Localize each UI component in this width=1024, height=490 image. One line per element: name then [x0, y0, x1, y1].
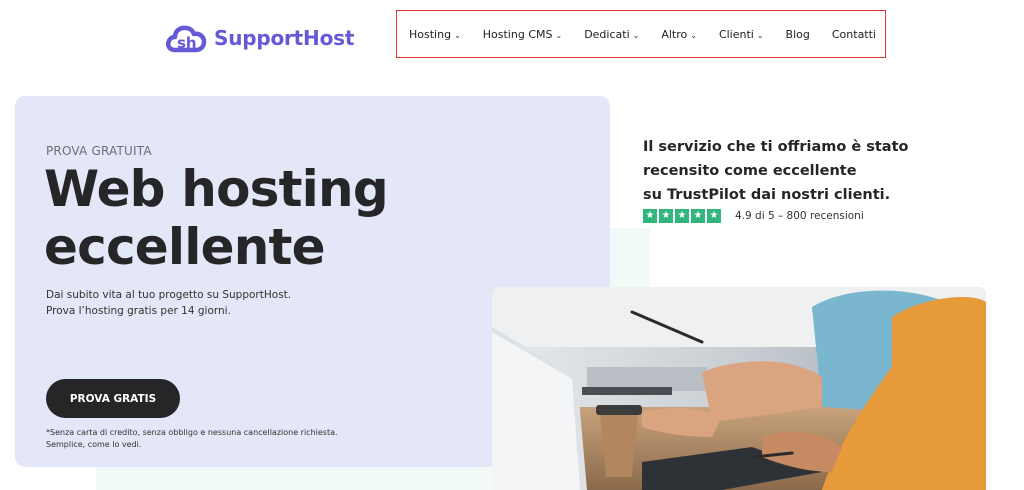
hero-title: Web hosting eccellente [44, 160, 584, 276]
hero-title-line-2: eccellente [44, 218, 326, 276]
main-navigation: Hosting ⌄ Hosting CMS ⌄ Dedicati ⌄ Altro ⌄ C… [396, 10, 886, 58]
review-line-3: su TrustPilot dai nostri clienti. [643, 187, 891, 203]
nav-item-label: Hosting [409, 27, 452, 41]
star-icon: ★ [659, 209, 673, 223]
nav-item-label: Dedicati [584, 27, 630, 41]
star-icon: ★ [675, 209, 689, 223]
nav-item-hosting-cms[interactable]: Hosting CMS ⌄ [483, 28, 562, 41]
brand-logo[interactable]: sh SupportHost [166, 22, 354, 54]
chevron-down-icon: ⌄ [555, 30, 563, 40]
nav-item-label: Blog [785, 27, 810, 41]
hero-disclaimer-line-2: Semplice, come lo vedi. [46, 440, 142, 449]
hero-disclaimer: *Senza carta di credito, senza obbligo e… [46, 427, 406, 451]
star-icon: ★ [691, 209, 705, 223]
trustpilot-rating[interactable]: ★ ★ ★ ★ ★ 4.9 di 5 – 800 recensioni [643, 209, 864, 223]
cloud-logo-icon: sh [166, 25, 207, 53]
nav-item-altro[interactable]: Altro ⌄ [661, 28, 697, 41]
star-rating: ★ ★ ★ ★ ★ [643, 209, 721, 223]
nav-item-blog[interactable]: Blog [786, 28, 810, 41]
hero-eyebrow: PROVA GRATUITA [46, 144, 152, 158]
nav-item-label: Altro [661, 27, 688, 41]
chevron-down-icon: ⌄ [632, 30, 640, 40]
photo-illustration [492, 287, 986, 490]
hero-title-line-1: Web hosting [44, 160, 389, 218]
star-icon: ★ [643, 209, 657, 223]
nav-item-label: Hosting CMS [482, 27, 553, 41]
review-line-1: Il servizio che ti offriamo è stato [643, 139, 909, 155]
nav-item-label: Clienti [718, 27, 754, 41]
team-at-desk-photo [492, 287, 986, 490]
nav-item-dedicati[interactable]: Dedicati ⌄ [584, 28, 639, 41]
nav-item-contatti[interactable]: Contatti [832, 28, 876, 41]
nav-item-hosting[interactable]: Hosting ⌄ [409, 28, 461, 41]
chevron-down-icon: ⌄ [690, 30, 697, 40]
hero-disclaimer-line-1: *Senza carta di credito, senza obbligo e… [46, 428, 338, 437]
trustpilot-review-text: Il servizio che ti offriamo è stato rece… [643, 135, 933, 207]
brand-name: SupportHost [214, 26, 355, 50]
review-line-2: recensito come eccellente [643, 163, 857, 179]
nav-item-label: Contatti [831, 27, 876, 41]
nav-item-clienti[interactable]: Clienti ⌄ [719, 28, 764, 41]
hero-subtitle-line-1: Dai subito vita al tuo progetto su Suppo… [46, 289, 292, 301]
hero-subtitle: Dai subito vita al tuo progetto su Suppo… [46, 287, 291, 319]
star-icon: ★ [707, 209, 721, 223]
rating-summary: 4.9 di 5 – 800 recensioni [735, 210, 864, 222]
chevron-down-icon: ⌄ [454, 30, 461, 40]
svg-text:sh: sh [177, 34, 197, 52]
hero-subtitle-line-2: Prova l’hosting gratis per 14 giorni. [46, 305, 231, 317]
chevron-down-icon: ⌄ [756, 30, 764, 40]
free-trial-button[interactable]: PROVA GRATIS [46, 379, 180, 418]
